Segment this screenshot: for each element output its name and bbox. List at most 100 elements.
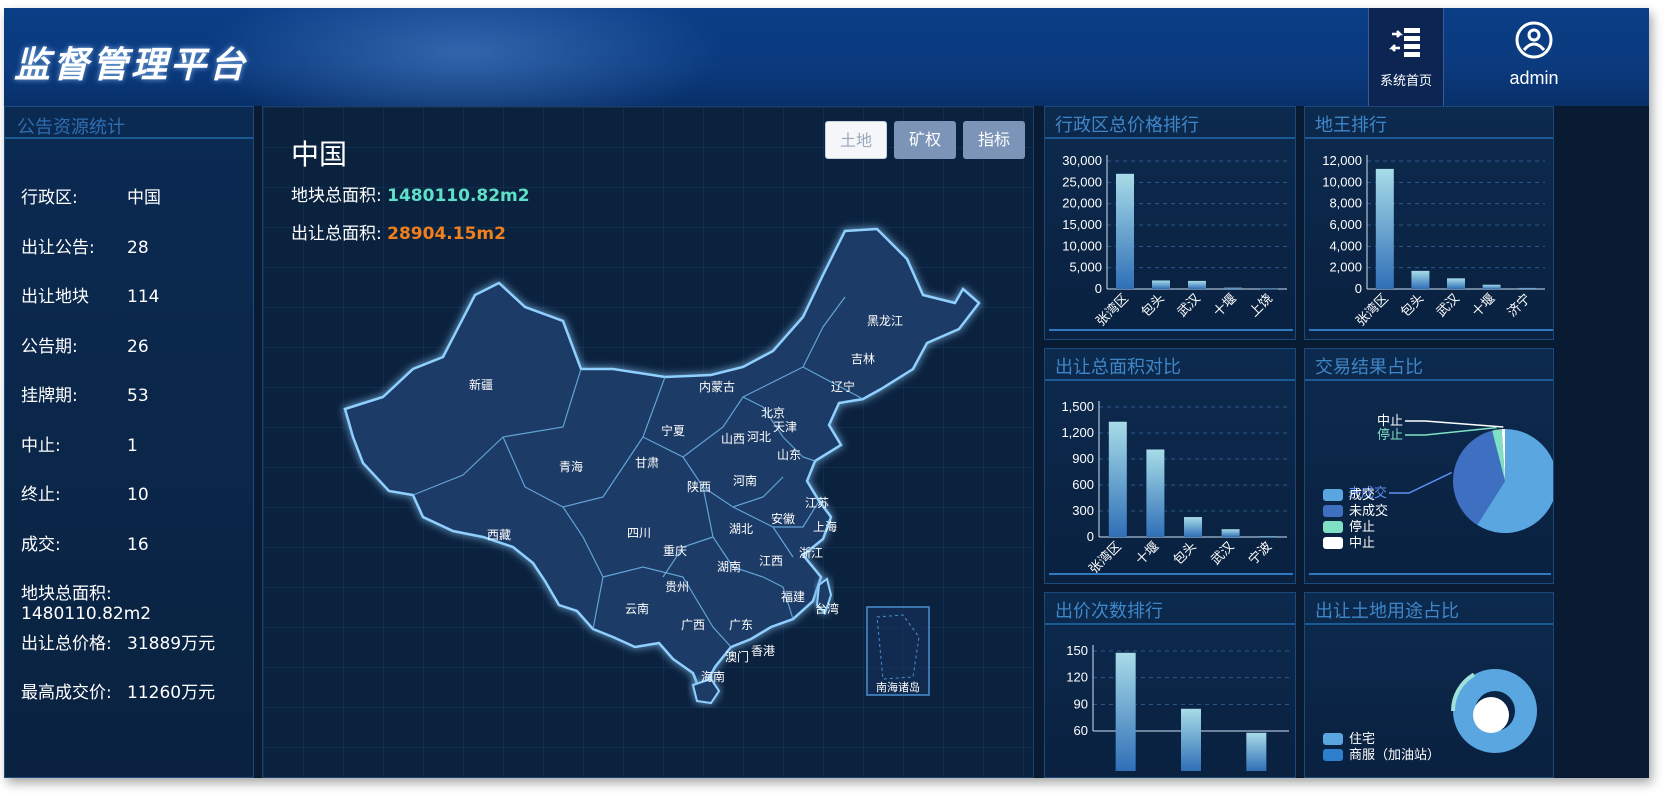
province-label[interactable]: 香港	[751, 644, 775, 658]
divider	[5, 137, 253, 139]
bar[interactable]	[1188, 280, 1206, 289]
bar[interactable]	[1224, 287, 1242, 289]
bar[interactable]	[1221, 529, 1240, 537]
x-tick-label: 宁波	[1245, 539, 1274, 568]
province-label[interactable]: 福建	[781, 589, 805, 604]
bar[interactable]	[1184, 517, 1202, 537]
province-label[interactable]: 北京	[761, 406, 785, 420]
stat-key: 挂牌期:	[21, 386, 78, 406]
bar[interactable]	[1181, 708, 1201, 771]
bar[interactable]	[1482, 284, 1501, 289]
legend-label[interactable]: 停止	[1349, 519, 1375, 534]
province-label[interactable]: 台湾	[815, 601, 839, 616]
bar[interactable]	[1447, 278, 1465, 289]
province-label[interactable]: 内蒙古	[699, 379, 735, 394]
province-label[interactable]: 甘肃	[635, 456, 659, 470]
legend-swatch	[1323, 521, 1343, 533]
notice-stats-panel: 公告资源统计 行政区: 中国 出让公告: 28 出让地块 114 公告期: 26 挂牌期: 53 中…	[4, 106, 254, 778]
x-tick-label: 包头	[1398, 291, 1427, 320]
y-tick-label: 300	[1072, 503, 1094, 518]
china-map[interactable]: 南海诸岛 新疆西藏 青海 甘肃 宁夏 内蒙古 黑龙江吉林辽宁北京天津河北山西山东陕西 河南四…	[263, 107, 1034, 778]
panel-title: 出价次数排行	[1055, 601, 1163, 622]
sale-area-bar-chart[interactable]: 1,500 1,200 900 600 300 0张湾区 十堰 包头 武汉 宁波	[1045, 381, 1297, 583]
bar[interactable]	[1152, 280, 1170, 289]
legend-label[interactable]: 住宅	[1349, 731, 1375, 746]
province-label[interactable]: 辽宁	[831, 379, 855, 394]
province-label[interactable]: 黑龙江	[867, 314, 903, 328]
stat-row: 地块总面积:1480110.82m2	[21, 579, 253, 624]
province-label[interactable]: 江苏	[805, 496, 829, 510]
tab-mining-rights[interactable]: 矿权	[894, 121, 956, 159]
stat-value: 31889万元	[127, 633, 216, 654]
legend-label[interactable]: 中止	[1349, 535, 1375, 550]
province-label[interactable]: 海南	[701, 669, 725, 684]
legend-label[interactable]: 未成交	[1349, 503, 1388, 518]
tab-land[interactable]: 土地	[825, 121, 887, 159]
province-label[interactable]: 山西	[721, 432, 745, 446]
stat-value: 16	[127, 534, 149, 555]
south-sea-inset[interactable]: 南海诸岛	[866, 606, 930, 696]
stat-value: 1480110.82m2	[21, 604, 152, 624]
callout-line	[1405, 420, 1504, 428]
bar[interactable]	[1259, 536, 1278, 538]
bar[interactable]	[1411, 270, 1430, 289]
x-tick-label: 十堰	[1469, 291, 1498, 320]
stat-key: 地块总面积:	[21, 584, 112, 604]
bar[interactable]	[1375, 168, 1394, 289]
home-button[interactable]: 系统首页	[1368, 8, 1444, 106]
province-label[interactable]: 广东	[729, 618, 753, 632]
province-label[interactable]: 澳门	[725, 649, 749, 664]
province-label[interactable]: 四川	[627, 526, 651, 540]
province-label[interactable]: 河北	[747, 430, 771, 444]
stat-row: 出让总价格: 31889万元	[21, 629, 215, 654]
land-use-donut-chart[interactable]: 住宅商服（加油站）	[1305, 625, 1554, 778]
tab-indicators[interactable]: 指标	[963, 121, 1025, 159]
province-label[interactable]: 广西	[681, 618, 705, 632]
province-label[interactable]: 上海	[813, 519, 837, 534]
region-price-bar-chart[interactable]: 30,000 25,000 20,000 15,000 10,000 5,000 0张湾区包…	[1045, 139, 1297, 339]
province-label[interactable]: 青海	[559, 459, 583, 474]
province-label[interactable]: 西藏	[487, 528, 511, 542]
province-label[interactable]: 云南	[625, 601, 649, 616]
province-label[interactable]: 浙江	[799, 546, 823, 560]
sale-area-label: 出让总面积:	[291, 224, 382, 244]
province-label[interactable]: 安徽	[771, 511, 795, 526]
legend-label[interactable]: 商服（加油站）	[1349, 747, 1440, 762]
province-label[interactable]: 湖南	[717, 559, 741, 574]
stat-key: 行政区:	[21, 188, 78, 208]
stat-key: 出让公告:	[21, 237, 95, 258]
province-label[interactable]: 江西	[759, 554, 783, 568]
bar[interactable]	[1260, 288, 1278, 290]
stat-value: 28	[127, 237, 149, 258]
home-icon	[1388, 28, 1420, 57]
stat-row: 中止: 1	[21, 431, 138, 456]
province-label[interactable]: 重庆	[663, 544, 687, 558]
bar[interactable]	[1116, 173, 1134, 289]
bar[interactable]	[1518, 287, 1537, 289]
province-label[interactable]: 天津	[773, 420, 797, 434]
province-label[interactable]: 贵州	[665, 580, 689, 594]
y-tick-label: 90	[1074, 696, 1088, 711]
x-tick-label: 十堰	[1210, 291, 1239, 320]
province-label[interactable]: 新疆	[469, 377, 493, 392]
bar[interactable]	[1146, 449, 1165, 537]
trade-result-pie-chart[interactable]: 中止停止未成交成成交未成交停止中止	[1305, 381, 1554, 583]
y-tick-label: 25,000	[1062, 174, 1102, 189]
land-king-bar-chart[interactable]: 12,000 10,000 8,000 6,000 4,000 2,000 0张湾区 包头 武汉…	[1305, 139, 1555, 339]
stat-value: 11260万元	[127, 683, 216, 703]
user-menu[interactable]: admin	[1454, 8, 1614, 106]
province-label[interactable]: 湖北	[729, 521, 753, 536]
province-label[interactable]: 河南	[733, 473, 757, 488]
panel-title: 公告资源统计	[17, 117, 125, 138]
bar[interactable]	[1246, 732, 1267, 771]
bar[interactable]	[1115, 652, 1136, 771]
bid-count-bar-chart[interactable]: 150 120 90 60	[1045, 625, 1296, 778]
province-label[interactable]: 宁夏	[661, 423, 685, 438]
user-name: admin	[1509, 68, 1559, 88]
province-label[interactable]: 山东	[777, 448, 801, 462]
legend-label[interactable]: 成交	[1349, 487, 1375, 502]
bar[interactable]	[1108, 421, 1127, 537]
stat-key: 最高成交价:	[21, 683, 112, 703]
province-label[interactable]: 吉林	[851, 352, 875, 366]
province-label[interactable]: 陕西	[687, 479, 711, 494]
